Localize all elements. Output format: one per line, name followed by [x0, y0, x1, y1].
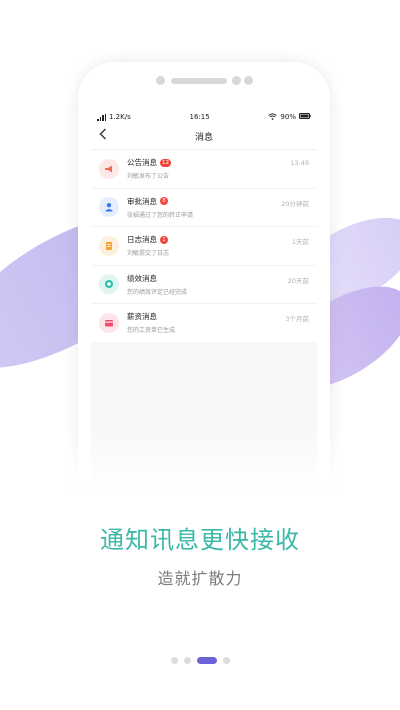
list-item[interactable]: 日志消息 1 刘敏提交了日志 1天前 [91, 227, 317, 266]
status-bar: 1.2K/s 16:15 90% [91, 110, 317, 124]
message-title: 绩效消息 [127, 273, 157, 283]
message-title: 日志消息 [127, 235, 157, 245]
page-dot[interactable] [222, 657, 230, 664]
message-title: 薪资消息 [127, 312, 157, 322]
message-subtitle: 刘敏发布了公告 [127, 173, 170, 181]
page-dot[interactable] [170, 657, 178, 664]
message-subtitle: 刘敏提交了日志 [127, 250, 170, 258]
unread-badge: 12 [160, 158, 171, 167]
list-item[interactable]: 绩效消息 您的绩效评定已经完成 20天前 [91, 266, 317, 304]
list-item[interactable]: 审批消息 8 张娟通过了您的转正申请 20分钟前 [91, 189, 317, 227]
journal-icon [99, 235, 119, 256]
phone-top-bezel [78, 62, 330, 108]
subheadline: 造就扩散力 [157, 569, 243, 588]
message-list: 公告消息 12 刘敏发布了公告 13:49 审批消息 8 张娟通过了您的转正申请 2… [91, 150, 317, 343]
chevron-left-icon[interactable] [99, 128, 107, 144]
speaker-grille [171, 78, 227, 84]
pagination-dots [0, 657, 400, 664]
phone-mockup: 1.2K/s 16:15 90% 消息 公告消息 12 刘敏发布了公告 13:4… [78, 62, 330, 482]
message-time: 3个月前 [285, 315, 309, 323]
message-title: 审批消息 [127, 196, 157, 206]
message-time: 1天前 [291, 238, 309, 246]
message-subtitle: 您的工资单已生成 [127, 327, 176, 335]
message-time: 20天前 [287, 276, 309, 285]
battery-icon [298, 113, 311, 121]
list-item[interactable]: 薪资消息 您的工资单已生成 3个月前 [91, 304, 317, 343]
nav-bar: 消息 [91, 124, 317, 150]
unread-badge: 1 [160, 235, 168, 244]
phone-fade [70, 420, 338, 490]
wallet-icon [99, 312, 119, 333]
message-subtitle: 张娟通过了您的转正申请 [127, 211, 194, 219]
battery-level: 90% [280, 113, 296, 121]
wifi-icon [268, 112, 278, 122]
page-title: 消息 [194, 133, 213, 143]
camera-dot [244, 76, 253, 85]
message-title: 公告消息 [127, 158, 157, 168]
message-subtitle: 您的绩效评定已经完成 [127, 288, 188, 296]
onboarding-screen: 1.2K/s 16:15 90% 消息 公告消息 12 刘敏发布了公告 13:4… [0, 0, 400, 710]
person-icon [99, 197, 119, 218]
page-dot-active[interactable] [196, 657, 217, 664]
page-dot[interactable] [183, 657, 191, 664]
performance-icon [99, 274, 119, 295]
message-time: 20分钟前 [281, 199, 309, 208]
status-time: 16:15 [189, 113, 210, 121]
megaphone-icon [99, 158, 119, 179]
list-item[interactable]: 公告消息 12 刘敏发布了公告 13:49 [91, 150, 317, 189]
signal-icon [97, 113, 106, 121]
headline: 通知讯息更快接收 [100, 526, 300, 554]
network-speed: 1.2K/s [109, 113, 131, 121]
message-time: 13:49 [290, 159, 309, 167]
unread-badge: 8 [160, 197, 168, 206]
camera-dot [156, 76, 165, 85]
camera-dot [232, 76, 241, 85]
